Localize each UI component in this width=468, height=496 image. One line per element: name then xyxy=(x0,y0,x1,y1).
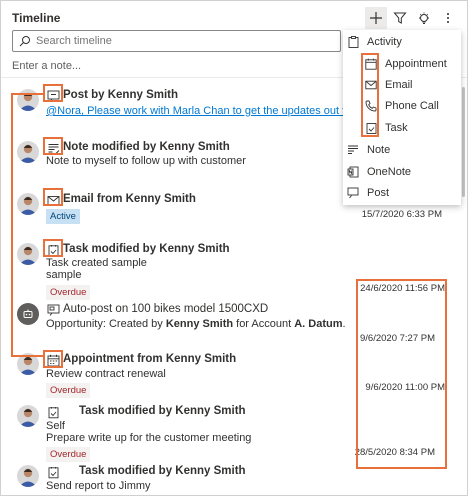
entry-title: Auto-post on 100 bikes model 1500CXD xyxy=(63,303,269,315)
add-icon[interactable] xyxy=(365,7,387,29)
search-box[interactable] xyxy=(12,30,341,52)
entry-link[interactable]: @Nora, Please work with Marla Chan to ge… xyxy=(46,105,371,117)
menu-item-phone-call[interactable]: Phone Call xyxy=(365,96,467,116)
status-badge: Overdue xyxy=(46,383,91,398)
task-icon xyxy=(46,465,60,479)
task-icon xyxy=(46,405,60,419)
calendar-icon xyxy=(365,58,377,70)
avatar xyxy=(17,193,39,215)
menu-item-label: Email xyxy=(385,79,413,91)
entry-title: Task modified by Kenny Smith xyxy=(63,243,230,255)
post-icon xyxy=(46,89,60,103)
entry-line: Prepare write up for the customer meetin… xyxy=(46,432,252,444)
entry-title: Appointment from Kenny Smith xyxy=(63,353,237,365)
note-icon xyxy=(347,144,359,156)
entry-line: Task created sample xyxy=(46,257,147,269)
user-name[interactable]: Kenny Smith xyxy=(166,318,233,330)
phone-icon xyxy=(365,100,377,112)
avatar xyxy=(17,465,39,487)
menu-item-label: OneNote xyxy=(367,166,412,178)
more-options-icon[interactable] xyxy=(437,7,459,29)
entry-title: Note modified by Kenny Smith xyxy=(63,141,230,153)
avatar xyxy=(17,89,39,111)
filter-icon[interactable] xyxy=(389,7,411,29)
task-icon xyxy=(46,243,60,257)
entry-line: Self xyxy=(46,420,65,432)
avatar xyxy=(17,353,39,375)
timeline-toolbar xyxy=(365,7,459,29)
entry-line: sample xyxy=(46,269,82,281)
menu-item-note[interactable]: Note xyxy=(347,140,465,160)
entry-title: Task modified by Kenny Smith xyxy=(79,405,246,417)
avatar xyxy=(17,405,39,427)
menu-item-label: Phone Call xyxy=(385,100,439,112)
status-badge: Active xyxy=(46,209,80,224)
highlight-line xyxy=(11,93,13,357)
menu-item-task[interactable]: Task xyxy=(365,118,467,138)
search-icon xyxy=(19,36,30,47)
task-icon xyxy=(365,122,377,134)
status-badge: Overdue xyxy=(46,447,91,462)
entry-line: Review contract renewal xyxy=(46,368,166,380)
timeline-entry-task[interactable]: Task modified by Kenny Smith Task create… xyxy=(17,243,457,300)
autopost-icon xyxy=(46,303,60,317)
timeline-title: Timeline xyxy=(12,11,61,25)
timeline-panel: Timeline Enter a note... Post by Kenny S… xyxy=(0,0,468,496)
menu-item-post[interactable]: Post xyxy=(347,183,465,203)
bot-avatar xyxy=(17,303,39,325)
account-name[interactable]: A. Datum xyxy=(294,318,342,330)
menu-item-label: Appointment xyxy=(385,58,447,70)
entry-title: Post by Kenny Smith xyxy=(63,89,179,101)
entry-timestamp: 15/7/2020 6:33 PM xyxy=(361,209,442,220)
menu-item-label: Task xyxy=(385,122,408,134)
search-input[interactable] xyxy=(36,35,326,47)
entry-timestamp: 24/6/2020 11:56 PM xyxy=(360,283,445,294)
timeline-entry-task[interactable]: Task modified by Kenny Smith Self Prepar… xyxy=(17,405,457,462)
entry-title: Email from Kenny Smith xyxy=(63,193,196,205)
menu-item-activity[interactable]: Activity xyxy=(347,32,465,52)
menu-item-email[interactable]: Email xyxy=(365,75,467,95)
entry-timestamp: 28/5/2020 8:34 PM xyxy=(354,447,435,458)
post-icon xyxy=(347,187,359,199)
mail-icon xyxy=(365,79,377,91)
entry-line: Send report to Jimmy xyxy=(46,480,151,492)
note-icon xyxy=(46,141,60,155)
status-badge: Overdue xyxy=(46,285,91,300)
lightbulb-icon[interactable] xyxy=(413,7,435,29)
entry-timestamp: 9/6/2020 7:27 PM xyxy=(360,333,435,344)
menu-item-label: Note xyxy=(367,144,391,156)
clipboard-icon xyxy=(347,36,359,48)
entry-line: Note to myself to follow up with custome… xyxy=(46,155,246,167)
entry-timestamp: 9/6/2020 11:00 PM xyxy=(365,382,445,393)
timeline-entry-task[interactable]: Task modified by Kenny Smith Send report… xyxy=(17,465,457,495)
menu-item-appointment[interactable]: Appointment xyxy=(365,54,467,74)
avatar xyxy=(17,141,39,163)
menu-item-onenote[interactable]: OneNote xyxy=(347,162,465,182)
avatar xyxy=(17,243,39,265)
timeline-entry-appointment[interactable]: Appointment from Kenny Smith Review cont… xyxy=(17,353,457,398)
onenote-icon xyxy=(347,166,359,178)
note-input[interactable]: Enter a note... xyxy=(12,60,81,72)
entry-line: Opportunity: Created by Kenny Smith for … xyxy=(46,318,346,330)
mail-icon xyxy=(46,193,60,207)
add-activity-menu: Activity Appointment Email Phone Call Ta… xyxy=(343,30,461,205)
timeline-entry-autopost[interactable]: Auto-post on 100 bikes model 1500CXD Opp… xyxy=(17,303,457,344)
menu-item-label: Post xyxy=(367,187,390,199)
menu-item-label: Activity xyxy=(367,36,402,48)
entry-title: Task modified by Kenny Smith xyxy=(79,465,246,477)
calendar-icon xyxy=(46,353,60,367)
